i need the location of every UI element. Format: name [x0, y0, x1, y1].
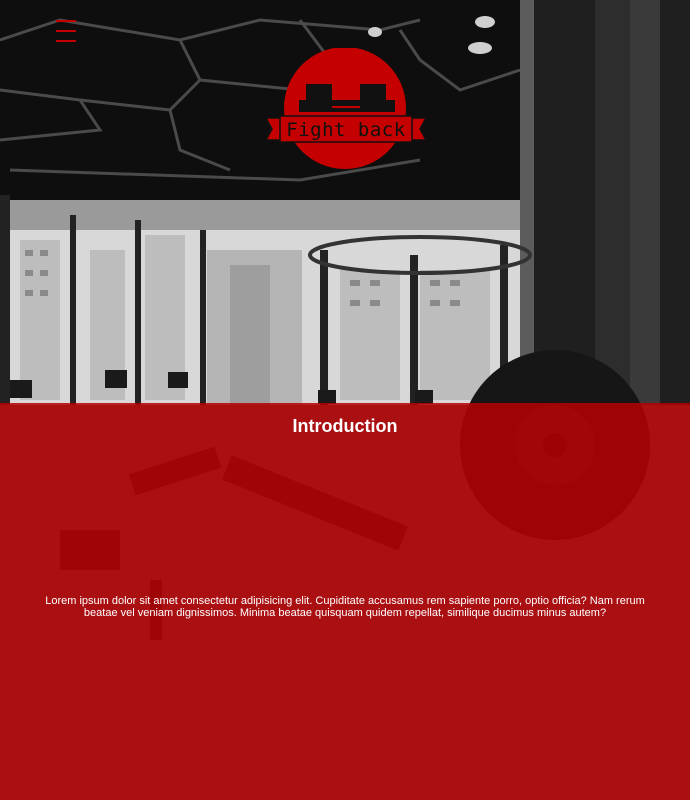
hamburger-menu-icon[interactable]	[56, 20, 76, 42]
intro-body: Lorem ipsum dolor sit amet consectetur a…	[45, 595, 645, 619]
logo-text: Fight back	[286, 119, 406, 141]
intro-title: Introduction	[292, 416, 398, 436]
fight-back-logo[interactable]: Fight back	[264, 47, 428, 176]
